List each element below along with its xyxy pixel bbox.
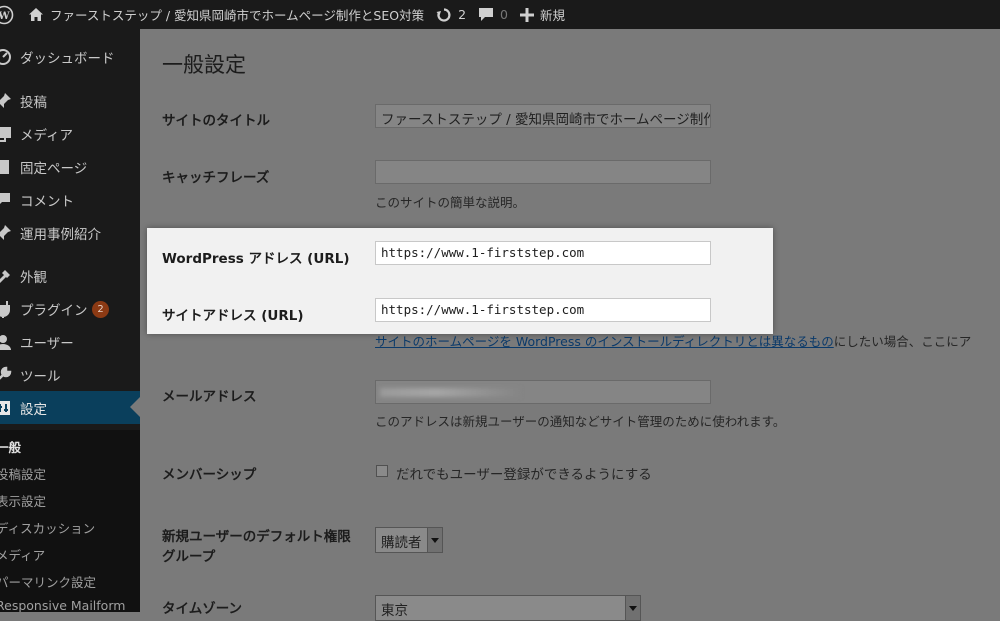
submenu-item-permalinks[interactable]: パーマリンク設定 [0, 572, 96, 591]
dashboard-icon [0, 48, 12, 66]
appearance-icon [0, 267, 12, 285]
sidebar-item-posts[interactable]: 投稿 [0, 85, 140, 117]
updates-count: 2 [458, 7, 467, 22]
submenu-item-reading[interactable]: 表示設定 [0, 491, 46, 510]
sidebar-item-media[interactable]: メディア [0, 118, 140, 150]
new-label: 新規 [540, 8, 566, 23]
membership-checkbox[interactable] [376, 465, 388, 477]
home-icon[interactable] [28, 7, 44, 22]
sidebar-item-case-studies[interactable]: 運用事例紹介 [0, 217, 140, 249]
site-url-label: サイトアドレス (URL) [162, 308, 304, 324]
default-role-select[interactable]: 購読者 [375, 527, 443, 553]
sidebar-item-comments[interactable]: コメント [0, 184, 140, 216]
updates-link[interactable]: 2 [436, 7, 466, 23]
page-icon [0, 158, 12, 176]
submenu-item-discussion[interactable]: ディスカッション [0, 518, 95, 537]
wrench-icon [0, 366, 12, 384]
email-description: このアドレスは新規ユーザーの通知などサイト管理のために使われます。 [375, 414, 786, 429]
current-menu-arrow [130, 397, 140, 417]
media-icon [0, 125, 12, 143]
sidebar-item-label: ツール [20, 369, 61, 385]
admin-sidebar: ダッシュボード 投稿 メディア 固定ページ コメント 運用事例紹介 外観 プラグ… [0, 29, 140, 612]
timezone-label: タイムゾーン [162, 601, 243, 617]
sidebar-item-dashboard[interactable]: ダッシュボード [0, 41, 140, 73]
site-title-label: サイトのタイトル [162, 113, 270, 129]
email-label: メールアドレス [162, 389, 257, 405]
submenu-item-general[interactable]: 一般 [0, 437, 21, 456]
sidebar-item-label: メディア [20, 128, 74, 144]
site-url-input[interactable]: https://www.1-firststep.com [375, 298, 711, 322]
chevron-down-icon [427, 528, 442, 552]
user-icon [0, 333, 12, 351]
comments-link[interactable]: 0 [478, 7, 508, 22]
plugin-icon [0, 300, 12, 318]
settings-submenu: 一般 投稿設定 表示設定 ディスカッション メディア パーマリンク設定 Resp… [0, 430, 140, 612]
admin-bar: W ファーストステップ / 愛知県岡崎市でホームページ制作とSEO対策 2 0 … [0, 0, 1000, 29]
pin-icon [0, 224, 12, 242]
page-title: 一般設定 [162, 53, 246, 77]
tagline-label: キャッチフレーズ [162, 170, 270, 186]
default-role-label: 新規ユーザーのデフォルト権限 グループ [162, 529, 351, 565]
sidebar-item-label: プラグイン [20, 303, 88, 319]
default-role-value: 購読者 [381, 535, 422, 551]
wordpress-url-label: WordPress アドレス (URL) [162, 251, 350, 267]
submenu-item-writing[interactable]: 投稿設定 [0, 464, 46, 483]
comment-icon [0, 191, 12, 209]
sidebar-item-label: 外観 [20, 270, 47, 286]
comment-bubble-icon [478, 7, 494, 22]
tagline-input[interactable] [375, 160, 711, 184]
sidebar-item-label: 固定ページ [20, 161, 88, 177]
pin-icon [0, 92, 12, 110]
membership-checkbox-label[interactable]: だれでもユーザー登録ができるようにする [396, 463, 652, 483]
wordpress-url-input[interactable]: https://www.1-firststep.com [375, 241, 711, 265]
sidebar-item-pages[interactable]: 固定ページ [0, 151, 140, 183]
chevron-down-icon [625, 596, 640, 620]
wordpress-logo-icon[interactable]: W [0, 5, 14, 25]
tagline-description: このサイトの簡単な説明。 [375, 195, 526, 210]
sidebar-item-plugins[interactable]: プラグイン 2 [0, 293, 140, 325]
plus-icon [520, 7, 534, 22]
sidebar-item-label: 設定 [20, 401, 47, 418]
sidebar-item-appearance[interactable]: 外観 [0, 260, 140, 292]
settings-icon [0, 399, 12, 417]
sidebar-item-label: ダッシュボード [20, 51, 115, 67]
sidebar-item-users[interactable]: ユーザー [0, 326, 140, 358]
sidebar-item-label: 運用事例紹介 [20, 227, 101, 243]
sidebar-item-tools[interactable]: ツール [0, 359, 140, 391]
redacted-email [380, 388, 520, 397]
site-title-input[interactable]: ファーストステップ / 愛知県岡崎市でホームページ制作 [375, 104, 711, 128]
submenu-item-responsive-mailform[interactable]: Responsive Mailform [0, 598, 125, 612]
url-settings-highlight: WordPress アドレス (URL) https://www.1-first… [147, 228, 773, 334]
sidebar-item-label: コメント [20, 194, 74, 210]
plugin-update-badge: 2 [92, 301, 109, 318]
timezone-select[interactable]: 東京 [375, 595, 641, 621]
sidebar-item-settings[interactable]: 設定 [0, 391, 140, 424]
submenu-item-media[interactable]: メディア [0, 545, 45, 564]
membership-label: メンバーシップ [162, 467, 257, 483]
site-name-link[interactable]: ファーストステップ / 愛知県岡崎市でホームページ制作とSEO対策 [50, 5, 424, 24]
svg-text:W: W [0, 11, 10, 22]
timezone-value: 東京 [381, 603, 408, 619]
site-url-help-link[interactable]: サイトのホームページを WordPress のインストールディレクトリとは異なる… [375, 334, 834, 349]
sidebar-item-label: 投稿 [20, 95, 47, 111]
new-content-link[interactable]: 新規 [520, 5, 565, 24]
refresh-icon [436, 7, 452, 23]
comments-count: 0 [500, 7, 508, 22]
email-input[interactable] [375, 380, 711, 404]
sidebar-item-label: ユーザー [20, 336, 74, 352]
